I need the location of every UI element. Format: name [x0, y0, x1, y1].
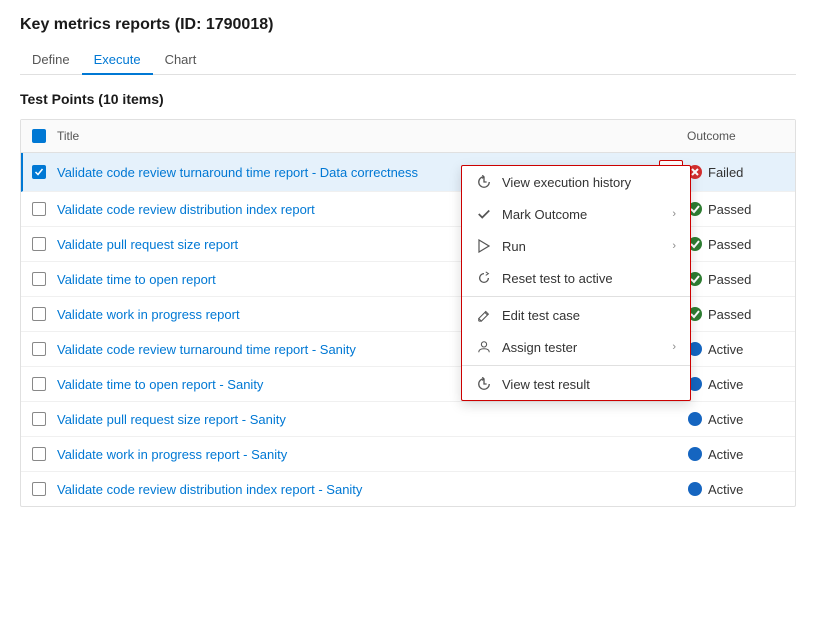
- row-checkbox-7[interactable]: [29, 409, 49, 429]
- row-outcome-8: Active: [687, 446, 787, 462]
- menu-item-mark-outcome[interactable]: Mark Outcome ›: [462, 198, 690, 230]
- edit-icon: [476, 307, 492, 323]
- column-outcome-header: Outcome: [687, 129, 787, 143]
- row-checkbox-2[interactable]: [29, 234, 49, 254]
- menu-label: Assign tester: [502, 340, 662, 355]
- menu-item-run[interactable]: Run ›: [462, 230, 690, 262]
- submenu-arrow-icon: ›: [672, 208, 676, 220]
- row-checkbox-8[interactable]: [29, 444, 49, 464]
- menu-divider: [462, 365, 690, 366]
- table-header: Title Outcome: [21, 120, 795, 153]
- menu-item-reset-test[interactable]: Reset test to active: [462, 262, 690, 294]
- menu-item-view-test-result[interactable]: View test result: [462, 368, 690, 400]
- play-icon: [476, 238, 492, 254]
- tab-chart[interactable]: Chart: [153, 46, 209, 75]
- row-outcome-4: Passed: [687, 306, 787, 322]
- context-menu: View execution history Mark Outcome ›: [461, 165, 691, 401]
- submenu-arrow-icon: ›: [672, 240, 676, 252]
- page-title: Key metrics reports (ID: 1790018): [20, 16, 796, 34]
- menu-label: View execution history: [502, 175, 676, 190]
- tab-bar: Define Execute Chart: [20, 46, 796, 75]
- test-points-table: Title Outcome Validate code review turna…: [20, 119, 796, 507]
- row-checkbox-9[interactable]: [29, 479, 49, 499]
- active-icon: [687, 446, 703, 462]
- person-icon: [476, 339, 492, 355]
- row-title-7: Validate pull request size report - Sani…: [57, 412, 659, 427]
- row-title-8: Validate work in progress report - Sanit…: [57, 447, 659, 462]
- row-checkbox-6[interactable]: [29, 374, 49, 394]
- row-outcome-5: Active: [687, 341, 787, 357]
- row-checkbox-5[interactable]: [29, 339, 49, 359]
- menu-divider: [462, 296, 690, 297]
- row-checkbox-4[interactable]: [29, 304, 49, 324]
- table-row: Validate code review turnaround time rep…: [21, 153, 795, 192]
- select-all-checkbox[interactable]: [29, 126, 49, 146]
- menu-label: View test result: [502, 377, 676, 392]
- column-title-header: Title: [57, 129, 687, 143]
- reset-icon: [476, 270, 492, 286]
- menu-item-assign-tester[interactable]: Assign tester ›: [462, 331, 690, 363]
- active-icon: [687, 411, 703, 427]
- row-outcome-3: Passed: [687, 271, 787, 287]
- checkmark-icon: [476, 206, 492, 222]
- row-outcome-6: Active: [687, 376, 787, 392]
- row-outcome-2: Passed: [687, 236, 787, 252]
- row-outcome-0: Failed: [687, 164, 787, 180]
- history2-icon: [476, 376, 492, 392]
- row-checkbox-1[interactable]: [29, 199, 49, 219]
- menu-label: Mark Outcome: [502, 207, 662, 222]
- menu-label: Edit test case: [502, 308, 676, 323]
- menu-item-view-execution-history[interactable]: View execution history: [462, 166, 690, 198]
- table-row: Validate work in progress report - Sanit…: [21, 437, 795, 472]
- submenu-arrow-icon: ›: [672, 341, 676, 353]
- table-row: Validate code review distribution index …: [21, 472, 795, 506]
- tab-define[interactable]: Define: [20, 46, 82, 75]
- row-checkbox-3[interactable]: [29, 269, 49, 289]
- row-outcome-1: Passed: [687, 201, 787, 217]
- menu-label: Run: [502, 239, 662, 254]
- row-outcome-7: Active: [687, 411, 787, 427]
- row-outcome-9: Active: [687, 481, 787, 497]
- tab-execute[interactable]: Execute: [82, 46, 153, 75]
- table-row: Validate pull request size report - Sani…: [21, 402, 795, 437]
- row-checkbox-0[interactable]: [29, 162, 49, 182]
- menu-label: Reset test to active: [502, 271, 676, 286]
- active-icon: [687, 481, 703, 497]
- section-title: Test Points (10 items): [20, 91, 796, 107]
- history-icon: [476, 174, 492, 190]
- row-title-9: Validate code review distribution index …: [57, 482, 659, 497]
- menu-item-edit-test-case[interactable]: Edit test case: [462, 299, 690, 331]
